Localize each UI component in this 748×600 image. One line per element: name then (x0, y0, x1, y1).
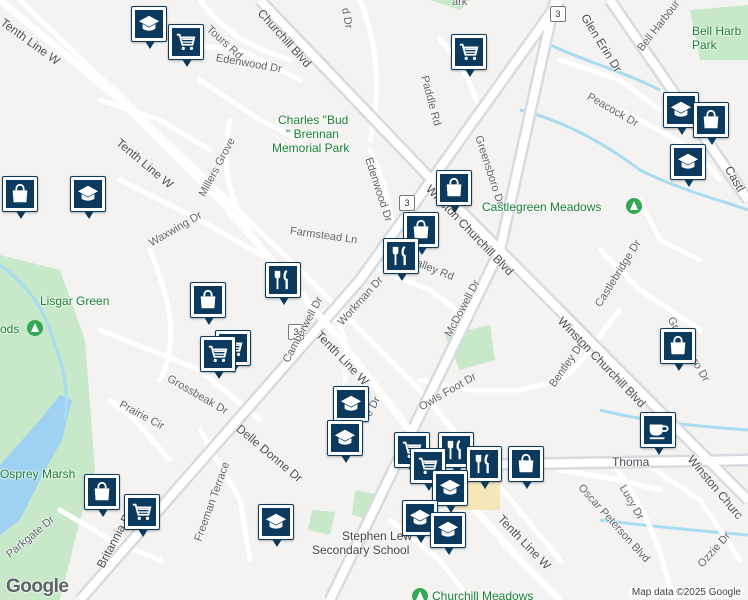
park-area-bell-harbour (690, 5, 748, 60)
park-tree-icon-west (27, 320, 43, 336)
restaurant-icon (387, 242, 415, 270)
cafe-marker-1[interactable] (640, 412, 676, 455)
shopping-bag-icon (697, 106, 725, 134)
shopping-cart-marker-1[interactable] (168, 24, 204, 67)
school-icon (674, 148, 702, 176)
school-icon (74, 180, 102, 208)
school-marker-3[interactable] (670, 144, 706, 187)
shopping-cart-icon (172, 28, 200, 56)
route-3-shield-south: 3 (288, 324, 304, 340)
shopping-bag-marker-7[interactable] (508, 446, 544, 489)
school-marker-8[interactable] (258, 504, 294, 547)
restaurant-marker-2[interactable] (265, 262, 301, 305)
restaurant-icon (470, 450, 498, 478)
shopping-cart-icon (204, 340, 232, 368)
shopping-bag-icon (664, 332, 692, 360)
shopping-bag-marker-5[interactable] (190, 282, 226, 325)
shopping-cart-icon (455, 38, 483, 66)
school-marker-1[interactable] (131, 6, 167, 49)
shopping-bag-icon (6, 180, 34, 208)
shopping-bag-marker-2[interactable] (2, 176, 38, 219)
restaurant-marker-1[interactable] (383, 238, 419, 281)
route-3-shield-mid: 3 (399, 195, 415, 211)
shopping-bag-marker-6[interactable] (660, 328, 696, 371)
route-3-shield-north: 3 (550, 6, 566, 22)
shopping-cart-marker-7[interactable] (124, 494, 160, 537)
school-icon (331, 424, 359, 452)
park-tree-icon-south (412, 588, 428, 600)
park-area-south-2 (308, 510, 335, 535)
school-icon (667, 96, 695, 124)
shopping-bag-icon (440, 174, 468, 202)
shopping-bag-marker-8[interactable] (84, 474, 120, 517)
school-icon (135, 10, 163, 38)
school-icon (337, 390, 365, 418)
shopping-cart-icon (128, 498, 156, 526)
shopping-bag-icon (512, 450, 540, 478)
google-logo: Google (6, 576, 69, 597)
school-icon (436, 474, 464, 502)
restaurant-marker-4[interactable] (466, 446, 502, 489)
coffee-cup-icon (644, 416, 672, 444)
park-area-top (430, 0, 470, 10)
school-marker-5[interactable] (333, 386, 369, 429)
shopping-cart-marker-4[interactable] (200, 336, 236, 379)
shopping-bag-marker-1[interactable] (693, 102, 729, 145)
map-canvas[interactable]: 3 3 3 Tours Rd Churchill Blvd d Dr ark G… (0, 0, 748, 600)
school-marker-6[interactable] (327, 420, 363, 463)
park-tree-icon (626, 198, 642, 214)
map-base-layer (0, 0, 748, 600)
restaurant-icon (269, 266, 297, 294)
school-icon (434, 516, 462, 544)
school-marker-4[interactable] (70, 176, 106, 219)
shopping-bag-icon (88, 478, 116, 506)
map-attribution[interactable]: Map data ©2025 Google (628, 587, 744, 598)
shopping-cart-marker-2[interactable] (451, 34, 487, 77)
creek-southeast (599, 518, 748, 537)
school-marker-10[interactable] (430, 512, 466, 555)
school-icon (262, 508, 290, 536)
shopping-bag-marker-3[interactable] (436, 170, 472, 213)
shopping-bag-icon (194, 286, 222, 314)
